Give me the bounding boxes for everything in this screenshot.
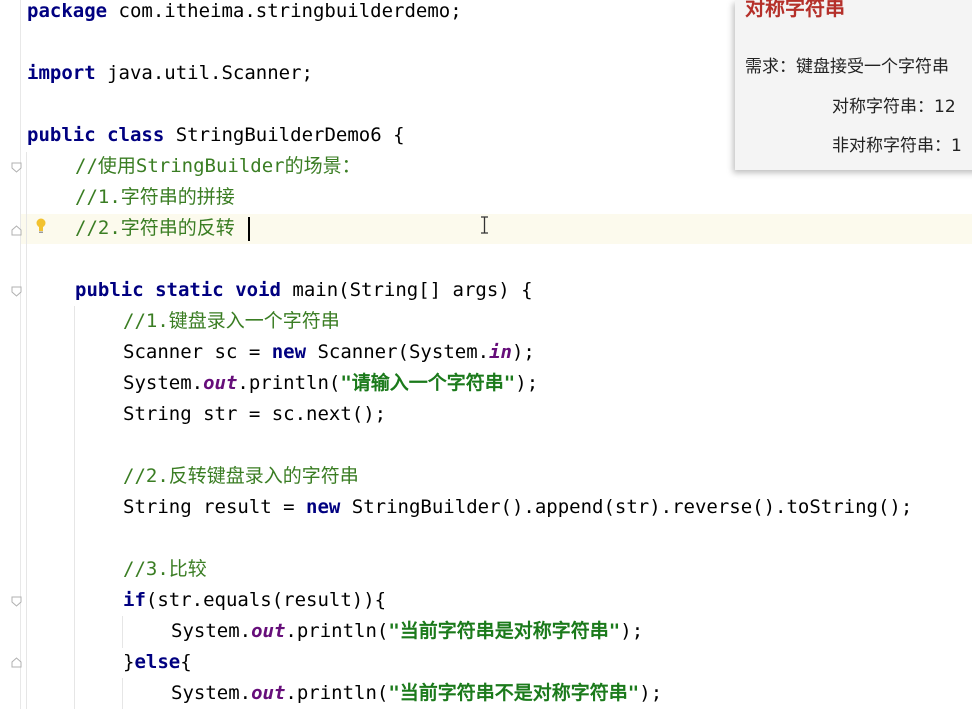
slide-asymmetric-example: 非对称字符串：1 [832,136,962,156]
code-line-println-symmetric[interactable]: System.out.println("当前字符串是对称字符串"); [171,616,643,647]
fold-marker-icon[interactable] [11,286,22,297]
code-comment[interactable]: //3.比较 [123,554,207,585]
slide-symmetric-example: 对称字符串：12 [832,97,956,117]
code-comment[interactable]: //1.字符串的拼接 [75,182,235,213]
keyword: class [107,124,165,146]
code-text: ); [515,372,539,394]
text-cursor-icon [481,216,488,234]
code-line-scanner[interactable]: Scanner sc = new Scanner(System.in); [123,337,535,368]
string-literal: "请输入一个字符串" [340,372,516,394]
code-text: } [123,651,135,673]
static-field: out [251,620,286,642]
static-field: in [489,341,512,363]
fold-marker-icon[interactable] [11,225,22,236]
indent-guide [122,616,123,648]
intention-bulb-icon[interactable] [34,217,48,235]
code-editor[interactable]: package com.itheima.stringbuilderdemo; i… [0,0,972,709]
code-line-println-prompt[interactable]: System.out.println("请输入一个字符串"); [123,368,538,399]
code-line-package[interactable]: package com.itheima.stringbuilderdemo; [27,0,462,27]
code-comment[interactable]: //使用StringBuilder的场景： [75,151,361,182]
keyword: void [235,279,281,301]
code-comment[interactable]: //1.键盘录入一个字符串 [123,306,340,337]
code-text: .println( [237,372,341,394]
code-line-if[interactable]: if(str.equals(result)){ [123,585,386,616]
code-text: java.util.Scanner; [95,62,313,84]
code-text: Scanner sc = [123,341,272,363]
code-text: StringBuilder().append(str).reverse().to… [340,496,913,518]
code-line-reverse[interactable]: String result = new StringBuilder().appe… [123,492,912,523]
fold-marker-icon[interactable] [11,657,22,668]
code-text: ); [620,620,644,642]
code-line-read-string[interactable]: String str = sc.next(); [123,399,386,430]
code-comment[interactable]: //2.字符串的反转 [75,213,235,244]
code-text: com.itheima.stringbuilderdemo; [107,0,462,22]
keyword: else [134,651,181,673]
code-line-println-asymmetric[interactable]: System.out.println("当前字符串不是对称字符串"); [171,678,662,709]
slide-overlay-panel: 对称字符串 需求：键盘接受一个字符串 对称字符串：12 非对称字符串：1 [735,0,972,170]
keyword: new [271,341,307,363]
keyword: import [27,62,96,84]
static-field: out [203,372,238,394]
keyword: if [123,589,146,611]
code-text: Scanner(System. [306,341,490,363]
code-text: String str = sc.next(); [123,403,387,425]
code-text: System. [123,372,204,394]
slide-requirement-text: 需求：键盘接受一个字符串 [745,57,949,77]
code-text: ); [639,682,663,704]
keyword: package [27,0,108,22]
code-text: { [180,651,192,673]
code-text: .println( [285,682,389,704]
keyword: static [155,279,224,301]
keyword: public [75,279,144,301]
keyword: public [27,124,96,146]
code-line-import[interactable]: import java.util.Scanner; [27,58,313,89]
code-text: System. [171,682,252,704]
string-literal: "当前字符串不是对称字符串" [388,682,640,704]
slide-title: 对称字符串 [745,0,845,20]
code-text: StringBuilderDemo6 { [164,124,405,146]
code-text: ); [511,341,535,363]
keyword: new [306,496,341,518]
static-field: out [251,682,286,704]
code-comment[interactable]: //2.反转键盘录入的字符串 [123,461,359,492]
code-line-else[interactable]: }else{ [123,647,192,678]
code-text: System. [171,620,252,642]
code-text: main(String[] args) { [280,279,533,301]
indent-guide [26,152,27,709]
code-text: String result = [123,496,307,518]
fold-marker-icon[interactable] [11,162,22,173]
indent-guide [74,306,75,709]
string-literal: "当前字符串是对称字符串" [388,620,621,642]
code-line-main-method[interactable]: public static void main(String[] args) { [75,275,533,306]
indent-guide [122,678,123,709]
code-text: (str.equals(result)){ [145,589,387,611]
text-caret [248,217,250,241]
fold-marker-icon[interactable] [11,596,22,607]
code-text: .println( [285,620,389,642]
code-line-class-declaration[interactable]: public class StringBuilderDemo6 { [27,120,405,151]
